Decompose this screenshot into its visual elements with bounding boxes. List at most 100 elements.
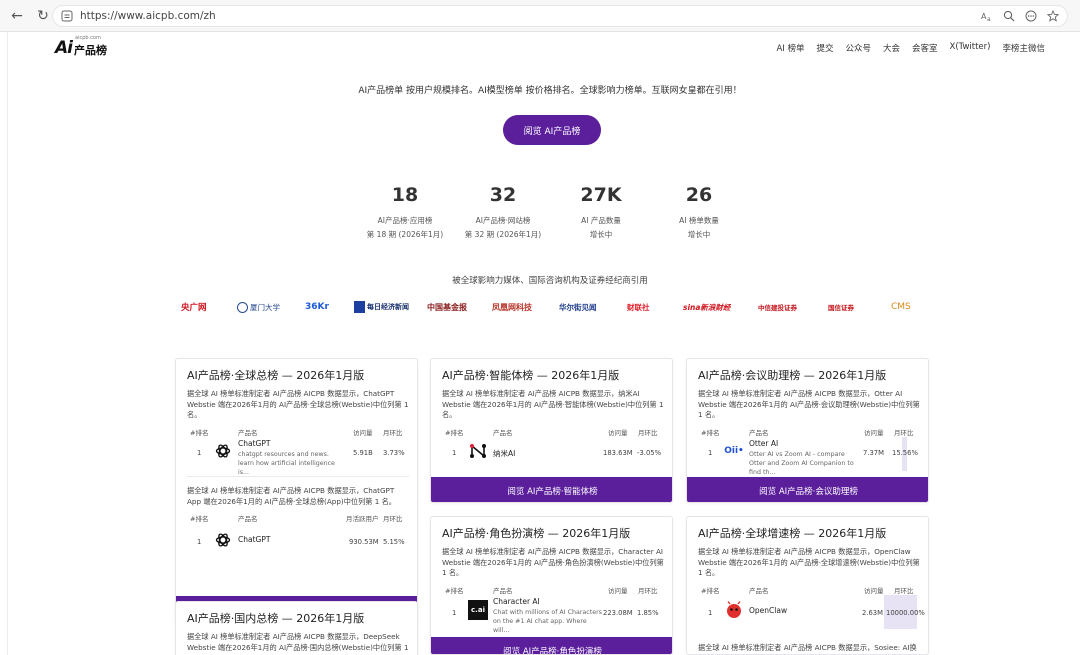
media-logo-cnr: 央广网 bbox=[181, 303, 207, 313]
top-nav: AI 榜单 提交 公众号 大会 会客室 X(Twitter) 李榜主微信 bbox=[776, 42, 1045, 54]
media-logo-xmu-text: 厦门大学 bbox=[250, 302, 280, 312]
product-name[interactable]: ChatGPT bbox=[238, 535, 270, 544]
col-mom: 月环比 bbox=[383, 515, 403, 523]
col-mom: 月环比 bbox=[638, 429, 658, 437]
web-page: Ai 产品榜 aicpb.com AI 榜单 提交 公众号 大会 会客室 X(T… bbox=[0, 32, 1080, 655]
media-logo-nbd: 每日经济新闻 bbox=[354, 299, 409, 315]
nami-logo-icon bbox=[469, 442, 487, 460]
mom-value: 3.73% bbox=[383, 449, 405, 457]
mom-value: -3.05% bbox=[637, 449, 662, 457]
site-info-icon[interactable] bbox=[61, 10, 73, 22]
browse-agent-ranking-button[interactable]: 阅览 AI产品榜·智能体榜 bbox=[431, 477, 672, 502]
media-logo-ifeng: 凤凰网科技 bbox=[492, 302, 532, 312]
card-growth-ranking: AI产品榜·全球增速榜 — 2026年1月版 据全球 AI 榜单标准制定者 AI… bbox=[686, 516, 929, 655]
nav-ai-rankings[interactable]: AI 榜单 bbox=[776, 42, 804, 54]
col-product: 产品名 bbox=[493, 587, 513, 595]
address-bar[interactable]: https://www.aicpb.com/zh Aa bbox=[52, 5, 1068, 27]
product-name[interactable]: ChatGPT bbox=[238, 439, 270, 448]
row-rank: 1 bbox=[708, 449, 713, 457]
card-roleplay-ranking: AI产品榜·角色扮演榜 — 2026年1月版 据全球 AI 榜单标准制定者 AI… bbox=[430, 516, 673, 655]
media-logo-nbd-text: 每日经济新闻 bbox=[367, 303, 409, 311]
col-mom: 月环比 bbox=[638, 587, 658, 595]
col-product: 产品名 bbox=[238, 515, 258, 523]
zoom-icon[interactable] bbox=[1001, 8, 1017, 24]
visits-value: 2.63M bbox=[862, 609, 883, 617]
col-rank: #排名 bbox=[445, 429, 464, 437]
back-icon[interactable]: ← bbox=[6, 5, 28, 27]
nav-twitter[interactable]: X(Twitter) bbox=[950, 42, 991, 54]
col-rank: #排名 bbox=[190, 429, 209, 437]
stat-label: AI产品榜·应用榜 bbox=[377, 216, 433, 225]
stat-sublabel: 增长中 bbox=[589, 230, 613, 239]
media-logo-cms: CMS bbox=[891, 302, 911, 312]
openclaw-logo-icon bbox=[724, 600, 744, 620]
card-description: 据全球 AI 榜单标准制定者 AI产品榜 AICPB 数据显示，Otter AI… bbox=[698, 389, 920, 419]
media-logo-csc: 中信建投证券 bbox=[758, 304, 797, 312]
nav-submit[interactable]: 提交 bbox=[816, 42, 833, 54]
url-text[interactable]: https://www.aicpb.com/zh bbox=[80, 10, 216, 22]
product-name[interactable]: Character AI bbox=[493, 597, 540, 606]
card-title: AI产品榜·角色扮演榜 — 2026年1月版 bbox=[442, 527, 631, 540]
character-ai-logo-icon: c.ai bbox=[468, 600, 488, 620]
row-rank: 1 bbox=[197, 449, 202, 457]
card-title: AI产品榜·会议助理榜 — 2026年1月版 bbox=[698, 369, 887, 382]
stat-ranking-count: 26 AI 榜单数量 增长中 bbox=[649, 184, 749, 240]
col-product: 产品名 bbox=[238, 429, 258, 437]
browse-roleplay-ranking-button[interactable]: 阅览 AI产品榜·角色扮演榜 bbox=[431, 637, 672, 654]
chatgpt-logo-icon bbox=[214, 531, 232, 549]
product-description: chatgpt resources and news. learn how ar… bbox=[238, 451, 335, 476]
stat-value: 18 bbox=[391, 184, 419, 206]
nav-wechat[interactable]: 李榜主微信 bbox=[1002, 42, 1045, 54]
sidebar-edge bbox=[0, 32, 8, 655]
col-visits: 访问量 bbox=[353, 429, 373, 437]
stat-label: AI 产品数量 bbox=[581, 216, 621, 225]
nav-reception-room[interactable]: 会客室 bbox=[912, 42, 938, 54]
translate-icon[interactable]: Aa bbox=[979, 8, 995, 24]
card-domestic-ranking: AI产品榜·国内总榜 — 2026年1月版 据全球 AI 榜单标准制定者 AI产… bbox=[175, 601, 418, 655]
media-logo-sina: sina新浪财经 bbox=[683, 302, 731, 312]
card-description: 据全球 AI 榜单标准制定者 AI产品榜 AICPB 数据显示，OpenClaw… bbox=[698, 547, 920, 577]
nav-official-account[interactable]: 公众号 bbox=[845, 42, 871, 54]
product-name[interactable]: Otter AI bbox=[749, 439, 778, 448]
nav-conference[interactable]: 大会 bbox=[883, 42, 900, 54]
stat-web-ranking: 32 AI产品榜·网站榜 第 32 期 (2026年1月) bbox=[453, 184, 553, 240]
more-icon[interactable] bbox=[1023, 8, 1039, 24]
stat-label: AI产品榜·网站榜 bbox=[475, 216, 531, 225]
nbd-mark-icon bbox=[354, 301, 365, 313]
svg-text:a: a bbox=[987, 16, 991, 22]
stat-sublabel: 第 18 期 (2026年1月) bbox=[366, 230, 444, 239]
otter-logo-icon: Oii• bbox=[724, 446, 744, 456]
chatgpt-logo-icon bbox=[214, 442, 232, 460]
refresh-icon[interactable]: ↻ bbox=[32, 5, 54, 27]
site-logo[interactable]: Ai 产品榜 aicpb.com bbox=[55, 35, 107, 58]
mom-value: 15.56% bbox=[892, 449, 918, 457]
card-description-app: 据全球 AI 榜单标准制定者 AI产品榜 AICPB 数据显示，Sosiee: … bbox=[698, 643, 917, 654]
stat-sublabel: 增长中 bbox=[687, 230, 711, 239]
col-visits: 访问量 bbox=[864, 587, 884, 595]
browse-meeting-ranking-button[interactable]: 阅览 AI产品榜·会议助理榜 bbox=[687, 477, 928, 502]
col-mom: 月环比 bbox=[894, 429, 914, 437]
product-description: Chat with millions of AI Characters on t… bbox=[493, 609, 602, 634]
media-logo-xmu: 厦门大学 bbox=[237, 299, 280, 315]
product-name[interactable]: 纳米AI bbox=[493, 448, 515, 459]
col-mau: 月活跃用户 bbox=[346, 515, 379, 523]
product-name[interactable]: OpenClaw bbox=[749, 606, 787, 615]
col-visits: 访问量 bbox=[864, 429, 884, 437]
card-title: AI产品榜·国内总榜 — 2026年1月版 bbox=[187, 612, 365, 625]
logo-ai-text: Ai bbox=[55, 38, 73, 58]
row-rank: 1 bbox=[708, 609, 713, 617]
browse-rankings-button[interactable]: 阅览 AI产品榜 bbox=[503, 115, 601, 145]
logo-cn-text: 产品榜 bbox=[73, 44, 107, 57]
visits-value: 7.37M bbox=[863, 449, 884, 457]
card-description: 据全球 AI 榜单标准制定者 AI产品榜 AICPB 数据显示，DeepSeek… bbox=[187, 632, 409, 652]
divider bbox=[187, 476, 409, 477]
favorite-star-icon[interactable] bbox=[1045, 8, 1061, 24]
col-mom: 月环比 bbox=[383, 429, 403, 437]
logo-sub-text: aicpb.com bbox=[75, 35, 101, 41]
card-agent-ranking: AI产品榜·智能体榜 — 2026年1月版 据全球 AI 榜单标准制定者 AI产… bbox=[430, 358, 673, 503]
card-description: 据全球 AI 榜单标准制定者 AI产品榜 AICPB 数据显示，Characte… bbox=[442, 547, 664, 577]
mom-value: 10000.00% bbox=[886, 609, 925, 617]
visits-value: 5.91B bbox=[353, 449, 373, 457]
media-logo-fund: 中国基金报 bbox=[427, 302, 467, 312]
mom-value: 5.15% bbox=[383, 538, 405, 546]
